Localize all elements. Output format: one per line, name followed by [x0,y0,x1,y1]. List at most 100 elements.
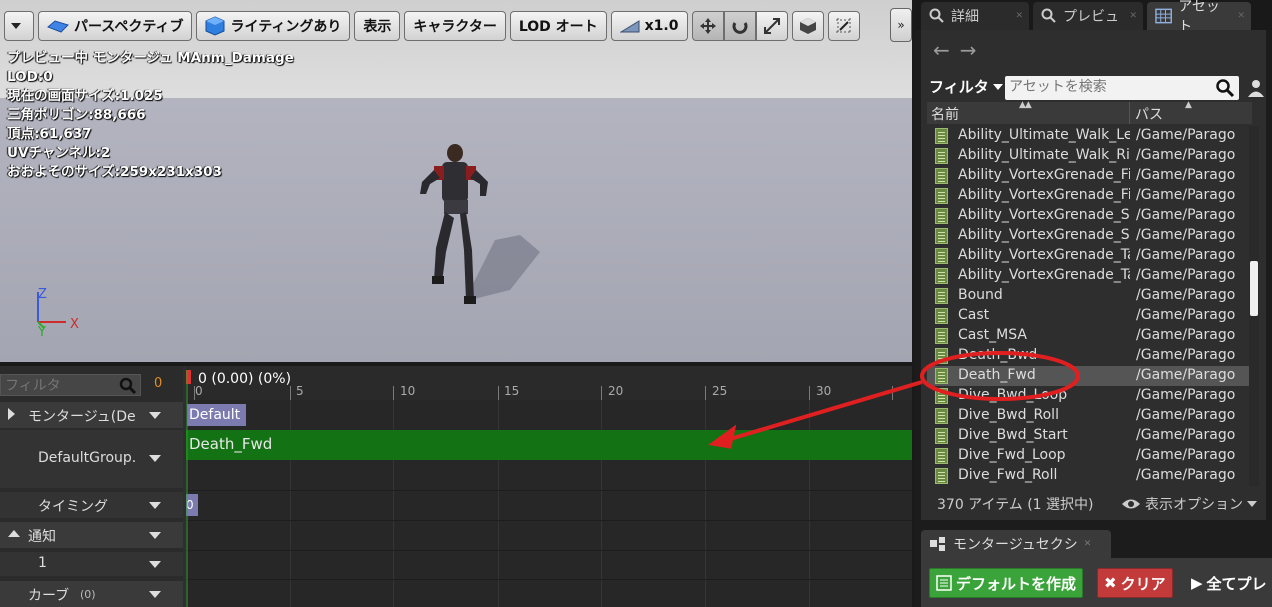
asset-name: Bound [958,287,1003,303]
translate-tool-button[interactable] [691,11,724,41]
view-options-button[interactable]: 表示オプション [1121,494,1257,514]
show-button[interactable]: 表示 [354,11,401,41]
chevron-down-icon[interactable] [149,591,161,598]
asset-row[interactable]: Cast/Game/Paragon [927,306,1250,326]
tab-details[interactable]: 詳細 ✕ [921,2,1029,30]
timeline-tracks[interactable]: 0 (0.00) (0%) 0 5 10 15 20 25 30 Default… [186,366,912,607]
axis-y-label: Y [37,325,46,340]
speed-label: x1.0 [644,18,679,34]
rotate-tool-button[interactable] [723,11,756,41]
default-group-row[interactable]: DefaultGroup. [0,430,183,488]
asset-path: /Game/Paragon [1136,187,1236,203]
asset-row[interactable]: Dive_Bwd_Start/Game/Paragon [927,426,1250,446]
perspective-button[interactable]: パースペクティブ [38,11,193,41]
asset-row[interactable]: Death_Fwd/Game/Paragon [927,366,1250,386]
tab-preview-label: プレビュ [1063,9,1119,25]
column-separator[interactable] [1129,102,1130,124]
notify-track-row[interactable]: 1 [0,552,183,576]
asset-name: Dive_Bwd_Roll [958,407,1059,423]
asset-row[interactable]: Ability_VortexGrenade_Target/Game/Parago… [927,266,1250,286]
asset-row[interactable]: Cast_MSA/Game/Paragon [927,326,1250,346]
timing-row[interactable]: タイミング [0,492,183,518]
chevron-down-icon[interactable] [149,502,161,509]
timeline-ruler[interactable]: 0 (0.00) (0%) 0 5 10 15 20 25 30 [186,366,912,400]
playhead[interactable] [186,370,192,607]
asset-row[interactable]: Ability_VortexGrenade_Target/Game/Parago… [927,246,1250,266]
notify-row[interactable]: 通知 [0,522,183,548]
chevron-down-icon[interactable] [149,561,161,568]
asset-row[interactable]: Dive_Fwd_Loop/Game/Paragon [927,446,1250,466]
stat-preview: プレビュー中 モンタージュ MAnm_Damage [7,50,294,66]
lod-button[interactable]: LOD オート [509,11,607,41]
sort-indicator-icon: ▲▲ [1019,100,1032,110]
asset-row[interactable]: Ability_VortexGrenade_Start/Game/Paragon [927,206,1250,226]
ruler-label: 0 [195,384,203,398]
asset-list[interactable]: Ability_Ultimate_Walk_Left/Game/Paragon A… [927,126,1250,486]
asset-row[interactable]: Death_Bwd/Game/Paragon [927,346,1250,366]
tab-montage-sections[interactable]: モンタージュセクシ ✕ [921,530,1111,558]
asset-path: /Game/Paragon [1136,367,1236,383]
asset-row[interactable]: Ability_VortexGrenade_Fire/Game/Paragon [927,166,1250,186]
asset-row[interactable]: Dive_Fwd_Roll/Game/Paragon [927,466,1250,486]
scale-tool-button[interactable] [755,11,788,41]
timeline-filter[interactable] [0,374,141,396]
slot-segment-death-fwd[interactable]: Death_Fwd [186,430,912,460]
close-icon[interactable]: ✕ [1129,11,1137,21]
asset-row[interactable]: Ability_VortexGrenade_Fire/Game/Paragon [927,186,1250,206]
viewport-options-button[interactable] [4,11,34,41]
asset-browser: ←→ フィルタ ▲▲ 名前 ▲ パス Ability_Ult [921,30,1266,520]
asset-search-input[interactable] [1005,76,1205,98]
asset-row[interactable]: Ability_VortexGrenade_Start/Game/Paragon [927,226,1250,246]
tab-preview[interactable]: プレビュ ✕ [1033,2,1143,30]
playback-speed-button[interactable]: x1.0 [610,11,688,41]
grid-snap-button[interactable] [827,11,860,41]
forward-arrow-icon[interactable]: → [960,38,987,62]
column-path[interactable]: パス [1135,104,1163,124]
user-icon[interactable] [1246,78,1266,98]
timeline-filter-input[interactable] [1,376,111,396]
montage-timeline: 0 モンタージュ(De DefaultGroup. タイミング 通知 1 [0,366,912,607]
create-default-button[interactable]: デフォルトを作成 [929,568,1084,598]
montage-row[interactable]: モンタージュ(De [0,402,183,428]
preview-viewport[interactable]: パースペクティブ ライティングあり 表示 キャラクター LOD オート x1.0 [0,0,912,362]
clear-button[interactable]: ✖ クリア [1097,568,1173,598]
ruler-label: 30 [816,384,832,398]
anim-sequence-icon [935,348,948,364]
search-icon [1216,79,1235,98]
close-icon[interactable]: ✕ [1015,11,1023,21]
toolbar-overflow-button[interactable]: » [890,8,912,42]
curve-row[interactable]: カーブ (0) [0,581,183,607]
lighting-button[interactable]: ライティングあり [196,11,351,41]
close-icon[interactable]: ✕ [1084,539,1092,549]
play-all-button[interactable]: ▶ 全てプレ [1187,568,1272,598]
back-arrow-icon[interactable]: ← [933,38,960,62]
preview-icon [1041,8,1056,23]
chevron-down-icon[interactable] [149,532,161,539]
transform-group [691,11,788,41]
track-divider [186,579,912,580]
asset-row[interactable]: Ability_Ultimate_Walk_Right/Game/Paragon [927,146,1250,166]
ruler-tick [601,386,602,400]
close-icon[interactable]: ✕ [1237,11,1245,21]
asset-path: /Game/Paragon [1136,347,1236,363]
camera-icon [47,20,69,33]
anim-sequence-icon [935,188,948,204]
ruler-tick [809,386,810,400]
filter-button[interactable]: フィルタ [929,76,1003,97]
asset-list-scrollbar[interactable] [1249,126,1259,486]
asset-row[interactable]: Dive_Bwd_Loop/Game/Paragon [927,386,1250,406]
anim-sequence-icon [935,308,948,324]
character-button[interactable]: キャラクター [404,11,506,41]
asset-row[interactable]: Bound/Game/Paragon [927,286,1250,306]
asset-search[interactable] [1005,76,1239,100]
tab-assets[interactable]: アセット ✕ [1147,0,1251,35]
section-default[interactable]: Default [187,404,246,426]
asset-row[interactable]: Dive_Bwd_Roll/Game/Paragon [927,406,1250,426]
asset-row[interactable]: Ability_Ultimate_Walk_Left/Game/Paragon [927,126,1250,146]
local-space-button[interactable] [791,11,824,41]
speed-icon [619,20,640,33]
column-name[interactable]: 名前 [931,104,959,124]
chevron-down-icon[interactable] [149,412,161,419]
scrollbar-thumb[interactable] [1250,261,1258,316]
chevron-down-icon[interactable] [149,455,161,462]
